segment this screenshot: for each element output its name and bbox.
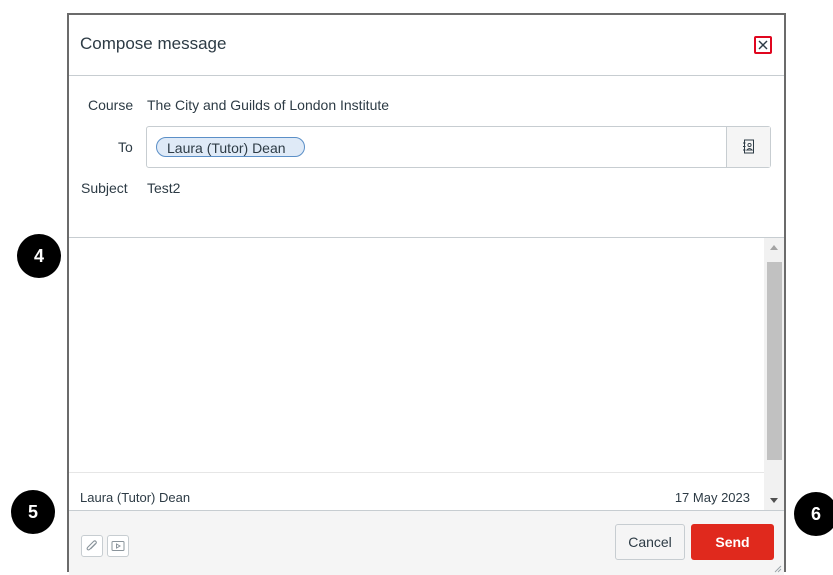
- compose-message-dialog: Compose message Course The City and Guil…: [67, 13, 786, 575]
- paperclip-icon: [86, 540, 97, 551]
- subject-value[interactable]: Test2: [147, 180, 180, 196]
- media-icon: [111, 541, 125, 551]
- to-field[interactable]: Laura (Tutor) Dean: [146, 126, 771, 168]
- scroll-thumb[interactable]: [767, 262, 782, 460]
- dialog-title: Compose message: [80, 34, 227, 53]
- to-label: To: [118, 139, 133, 155]
- previous-message-date: 17 May 2023: [674, 490, 750, 505]
- callout-badge: 5: [11, 490, 55, 534]
- scroll-up-icon[interactable]: [770, 245, 778, 250]
- address-book-button[interactable]: [726, 127, 770, 167]
- address-book-icon: [742, 139, 754, 154]
- course-label: Course: [88, 97, 134, 113]
- previous-message: Laura (Tutor) Dean 17 May 2023: [69, 472, 764, 511]
- callout-badge: 4: [17, 234, 61, 278]
- dialog-header: Compose message: [69, 15, 784, 76]
- close-icon: [758, 40, 768, 50]
- previous-message-author: Laura (Tutor) Dean: [80, 490, 191, 505]
- cancel-button[interactable]: Cancel: [615, 524, 685, 560]
- close-button[interactable]: [754, 36, 772, 54]
- message-body-input[interactable]: [69, 237, 784, 473]
- message-scrollbar[interactable]: [764, 238, 784, 510]
- dialog-footer: Cancel Send: [69, 510, 784, 575]
- callout-badge: 6: [794, 492, 833, 536]
- record-media-button[interactable]: [107, 535, 129, 557]
- attach-file-button[interactable]: [81, 535, 103, 557]
- recipient-chip[interactable]: Laura (Tutor) Dean: [156, 137, 305, 157]
- subject-label: Subject: [81, 180, 128, 196]
- course-value: The City and Guilds of London Institute: [147, 97, 390, 113]
- scroll-down-icon[interactable]: [770, 498, 778, 503]
- send-button[interactable]: Send: [691, 524, 774, 560]
